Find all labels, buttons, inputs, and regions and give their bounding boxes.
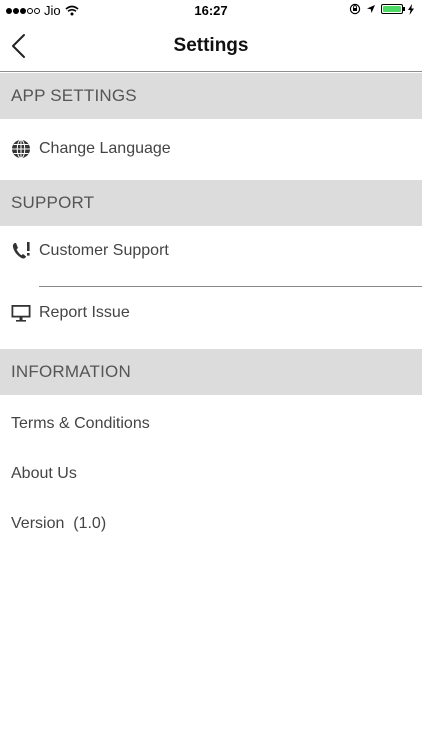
battery-icon	[381, 4, 405, 14]
section-header-support: SUPPORT	[0, 180, 422, 226]
charging-bolt-icon	[408, 3, 414, 15]
terms-conditions-row[interactable]: Terms & Conditions	[0, 404, 422, 444]
customer-support-label: Customer Support	[39, 242, 169, 259]
change-language-label: Change Language	[39, 140, 171, 157]
section-header-information: INFORMATION	[0, 349, 422, 395]
page-title: Settings	[173, 35, 249, 56]
about-us-label: About Us	[11, 465, 77, 482]
terms-conditions-label: Terms & Conditions	[11, 415, 150, 432]
report-issue-label: Report Issue	[39, 304, 130, 321]
change-language-row[interactable]: Change Language	[0, 129, 422, 169]
report-issue-row[interactable]: Report Issue	[0, 293, 422, 333]
about-us-row[interactable]: About Us	[0, 454, 422, 494]
row-divider	[39, 286, 422, 287]
phone-alert-icon	[12, 242, 30, 259]
version-row: Version (1.0)	[0, 504, 422, 544]
status-bar: Jio 16:27	[0, 0, 422, 22]
status-right	[349, 3, 414, 15]
rotation-lock-icon	[349, 3, 361, 15]
section-header-app-settings: APP SETTINGS	[0, 73, 422, 119]
navigation-bar: Settings	[0, 22, 422, 72]
globe-icon	[12, 139, 30, 159]
monitor-icon	[11, 305, 31, 322]
version-label: Version (1.0)	[11, 515, 107, 532]
location-arrow-icon	[367, 5, 375, 13]
customer-support-row[interactable]: Customer Support	[0, 231, 422, 271]
